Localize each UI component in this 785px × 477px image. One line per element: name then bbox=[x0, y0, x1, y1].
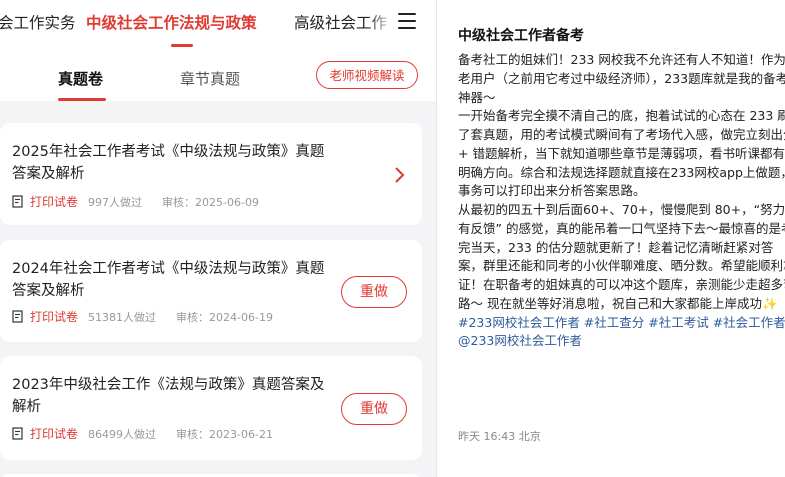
post-hashtags[interactable]: #233网校社会工作者 #社工查分 #社工考试 #社会工作者 @233网校社会工… bbox=[458, 314, 785, 352]
paper-meta: 打印试卷 86499人做过 审核：2023-06-21 bbox=[12, 425, 273, 441]
post-body: 备考社工的姐妹们！233 网校我不允许还有人不知道！作为老用户（之前用它考过中级… bbox=[458, 51, 785, 351]
redo-button[interactable]: 重做 bbox=[341, 393, 407, 425]
taker-count: 51381人做过 bbox=[88, 311, 157, 324]
nav-fade bbox=[368, 0, 394, 47]
paper-card[interactable]: 2024年社会工作者考试《中级法规与政策》真题答案及解析 打印试卷 51381人做… bbox=[0, 240, 422, 342]
review-date: 审核：2025-06-09 bbox=[162, 196, 259, 209]
review-date: 审核：2023-06-21 bbox=[176, 428, 273, 441]
redo-button[interactable]: 重做 bbox=[341, 276, 407, 308]
post-title: 中级社会工作者备考 bbox=[458, 28, 584, 44]
subject-nav-bar: 会工作实务 中级社会工作法规与政策 高级社会工作 bbox=[0, 0, 436, 47]
review-date: 审核：2024-06-19 bbox=[176, 311, 273, 324]
print-paper-link[interactable]: 打印试卷 bbox=[30, 195, 78, 209]
post-timestamp: 昨天 16:43 北京 bbox=[458, 430, 541, 443]
post-paragraph: 一开始备考完全摸不清自己的底，抱着试试的心态在 233 刷了套真题，用的考试模式… bbox=[458, 108, 785, 199]
paper-title: 2023年中级社会工作《法规与政策》真题答案及解析 bbox=[12, 377, 325, 415]
nav-tab-law-policy[interactable]: 中级社会工作法规与政策 bbox=[86, 11, 257, 33]
print-icon bbox=[12, 195, 23, 208]
post-paragraph: 备考社工的姐妹们！233 网校我不允许还有人不知道！作为老用户（之前用它考过中级… bbox=[458, 52, 785, 105]
print-paper-link[interactable]: 打印试卷 bbox=[30, 310, 78, 324]
exam-list-panel: 会工作实务 中级社会工作法规与政策 高级社会工作 真题卷 章节真题 老师视频解读… bbox=[0, 0, 436, 477]
paper-meta: 打印试卷 997人做过 审核：2025-06-09 bbox=[12, 193, 259, 209]
chevron-right-icon[interactable] bbox=[392, 165, 406, 185]
post-paragraph: 从最初的四五十到后面60+、70+，慢慢爬到 80+，“努力就有反馈” 的感觉，… bbox=[458, 202, 785, 311]
taker-count: 86499人做过 bbox=[88, 428, 157, 441]
subtab-active-indicator bbox=[58, 98, 106, 101]
tab-chapter-questions[interactable]: 章节真题 bbox=[180, 68, 240, 89]
paper-card[interactable]: 2025年社会工作者考试《中级法规与政策》真题答案及解析 打印试卷 997人做过 审… bbox=[0, 123, 422, 225]
paper-title: 2024年社会工作者考试《中级法规与政策》真题答案及解析 bbox=[12, 261, 325, 299]
paper-title: 2025年社会工作者考试《中级法规与政策》真题答案及解析 bbox=[12, 144, 325, 182]
taker-count: 997人做过 bbox=[88, 196, 143, 209]
teacher-video-button[interactable]: 老师视频解读 bbox=[316, 61, 418, 89]
print-icon bbox=[12, 427, 23, 440]
paper-card[interactable]: 2023年中级社会工作《法规与政策》真题答案及解析 打印试卷 86499人做过 审核… bbox=[0, 356, 422, 460]
nav-tab-practice[interactable]: 会工作实务 bbox=[0, 11, 76, 33]
tab-past-papers[interactable]: 真题卷 bbox=[58, 68, 103, 89]
print-icon bbox=[12, 310, 23, 323]
paper-meta: 打印试卷 51381人做过 审核：2024-06-19 bbox=[12, 308, 273, 324]
hamburger-menu-icon[interactable] bbox=[398, 13, 416, 29]
print-paper-link[interactable]: 打印试卷 bbox=[30, 427, 78, 441]
post-panel: 中级社会工作者备考 备考社工的姐妹们！233 网校我不允许还有人不知道！作为老用… bbox=[437, 0, 785, 477]
